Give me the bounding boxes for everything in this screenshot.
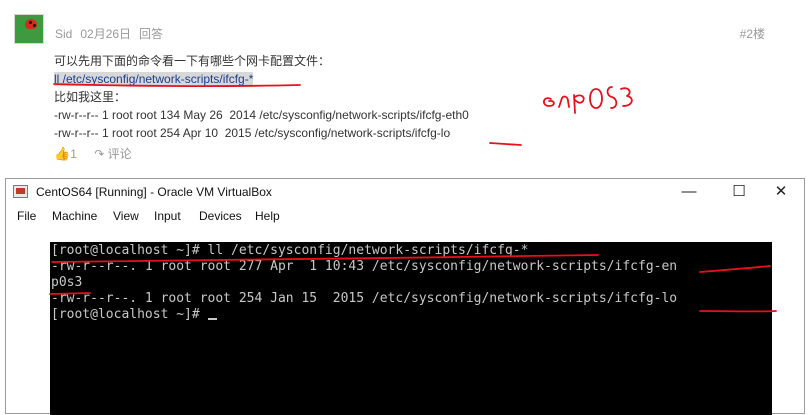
terminal-line: -rw-r--r--. 1 root root 254 Jan 15 2015 …	[51, 291, 677, 307]
intro-text: 可以先用下面的命令看一下有哪些个网卡配置文件：	[54, 52, 469, 70]
terminal-prompt: [root@localhost ~]#	[51, 307, 208, 322]
menu-help[interactable]: Help	[255, 209, 280, 223]
text-cursor	[208, 318, 217, 320]
terminal-line: -rw-r--r--. 1 root root 277 Apr 1 10:43 …	[51, 259, 677, 275]
user-avatar[interactable]	[14, 14, 44, 44]
terminal-prompt-line: [root@localhost ~]#	[51, 307, 677, 323]
menu-file[interactable]: File	[17, 209, 36, 223]
terminal-line: p0s3	[51, 275, 677, 291]
post-actions: 👍1 ↷ 评论	[54, 145, 132, 162]
post-body: 可以先用下面的命令看一下有哪些个网卡配置文件： ll /etc/sysconfi…	[54, 52, 469, 142]
comment-button[interactable]: ↷ 评论	[94, 147, 131, 161]
comment-label: 评论	[108, 147, 132, 161]
maximize-button[interactable]: ☐	[716, 179, 762, 205]
post-meta: Sid 02月26日回答	[55, 25, 163, 42]
command-text: ll /etc/sysconfig/network-scripts/ifcfg-…	[54, 72, 253, 86]
output-line-2: -rw-r--r-- 1 root root 254 Apr 10 2015 /…	[54, 124, 469, 142]
menu-view[interactable]: View	[113, 209, 139, 223]
terminal-line: [root@localhost ~]# ll /etc/sysconfig/ne…	[51, 243, 677, 259]
author-name[interactable]: Sid	[55, 27, 72, 41]
menu-input[interactable]: Input	[154, 209, 181, 223]
menu-devices[interactable]: Devices	[199, 209, 242, 223]
like-count: 1	[70, 147, 77, 161]
minimize-button[interactable]: —	[666, 179, 712, 205]
floor-number: #2楼	[740, 25, 765, 42]
reply-arrow-icon: ↷	[94, 147, 104, 161]
close-button[interactable]: ✕	[758, 179, 804, 205]
post-date: 02月26日	[80, 27, 131, 41]
thumbs-up-icon: 👍	[54, 146, 70, 161]
virtualbox-window: CentOS64 [Running] - Oracle VM VirtualBo…	[5, 178, 805, 414]
vm-console[interactable]: [root@localhost ~]# ll /etc/sysconfig/ne…	[50, 242, 772, 415]
terminal-output: [root@localhost ~]# ll /etc/sysconfig/ne…	[50, 242, 677, 323]
title-bar: CentOS64 [Running] - Oracle VM VirtualBo…	[6, 179, 804, 205]
window-title: CentOS64 [Running] - Oracle VM VirtualBo…	[36, 185, 272, 199]
post-type: 回答	[139, 27, 163, 41]
forum-post: Sid 02月26日回答 #2楼 可以先用下面的命令看一下有哪些个网卡配置文件： …	[0, 0, 811, 172]
menu-machine[interactable]: Machine	[52, 209, 97, 223]
example-label: 比如我这里：	[54, 88, 469, 106]
like-button[interactable]: 👍1	[54, 147, 77, 161]
output-line-1: -rw-r--r-- 1 root root 134 May 26 2014 /…	[54, 106, 469, 124]
menu-bar: File Machine View Input Devices Help	[6, 207, 804, 227]
virtualbox-app-icon	[13, 185, 28, 198]
